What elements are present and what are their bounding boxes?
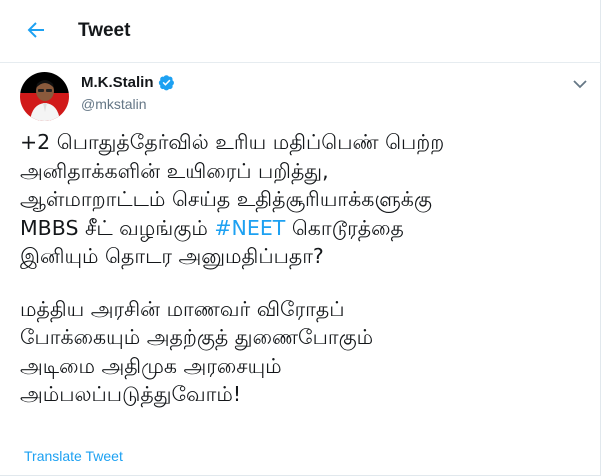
arrow-left-icon xyxy=(27,22,44,38)
back-button[interactable] xyxy=(24,18,48,42)
tweet-line-segment: MBBS சீட் வழங்கும் xyxy=(20,215,215,240)
tweet-line: அம்பலப்படுத்துவோம்! xyxy=(20,382,242,406)
tweet-line: +2 பொதுத்தேர்வில் உரிய மதிப்பெண் பெற்ற xyxy=(20,130,445,154)
avatar-image xyxy=(20,72,69,121)
tweet-line: மத்திய அரசின் மாணவர் விரோதப் xyxy=(20,296,345,321)
tweet-line: ஆள்மாறாட்டம் செய்த உதித்சூரியாக்களுக்கு xyxy=(20,187,432,211)
hashtag-link[interactable]: #NEET xyxy=(214,216,285,240)
tweet-options-button[interactable] xyxy=(571,76,589,90)
tweet-page: Tweet M.K.Stalin @mkstalin +2 பொதுத்தேர்… xyxy=(0,0,601,476)
translate-tweet-link[interactable]: Translate Tweet xyxy=(24,448,123,464)
page-header: Tweet xyxy=(0,0,601,63)
tweet-text: +2 பொதுத்தேர்வில் உரிய மதிப்பெண் பெற்ற அ… xyxy=(20,128,595,409)
tweet-line-segment: கொடூரத்தை xyxy=(285,215,404,240)
tweet-line: அடிமை அதிமுக அரசையும் xyxy=(20,353,282,378)
tweet-line: இனியும் தொடர அனுமதிப்பதா? xyxy=(20,244,324,268)
tweet-line: போக்கையும் அதற்குத் துணைபோகும் xyxy=(20,325,374,349)
author-handle[interactable]: @mkstalin xyxy=(81,96,147,112)
verified-badge-icon xyxy=(158,75,174,91)
author-name[interactable]: M.K.Stalin xyxy=(81,74,154,91)
chevron-down-icon xyxy=(573,80,587,89)
author-name-row[interactable]: M.K.Stalin xyxy=(81,74,175,91)
tweet-line: அனிதாக்களின் உயிரைப் பறித்து, xyxy=(20,158,329,183)
avatar[interactable] xyxy=(20,72,69,121)
page-title: Tweet xyxy=(78,20,131,41)
tweet-line: MBBS சீட் வழங்கும் #NEET கொடூரத்தை xyxy=(20,214,595,243)
